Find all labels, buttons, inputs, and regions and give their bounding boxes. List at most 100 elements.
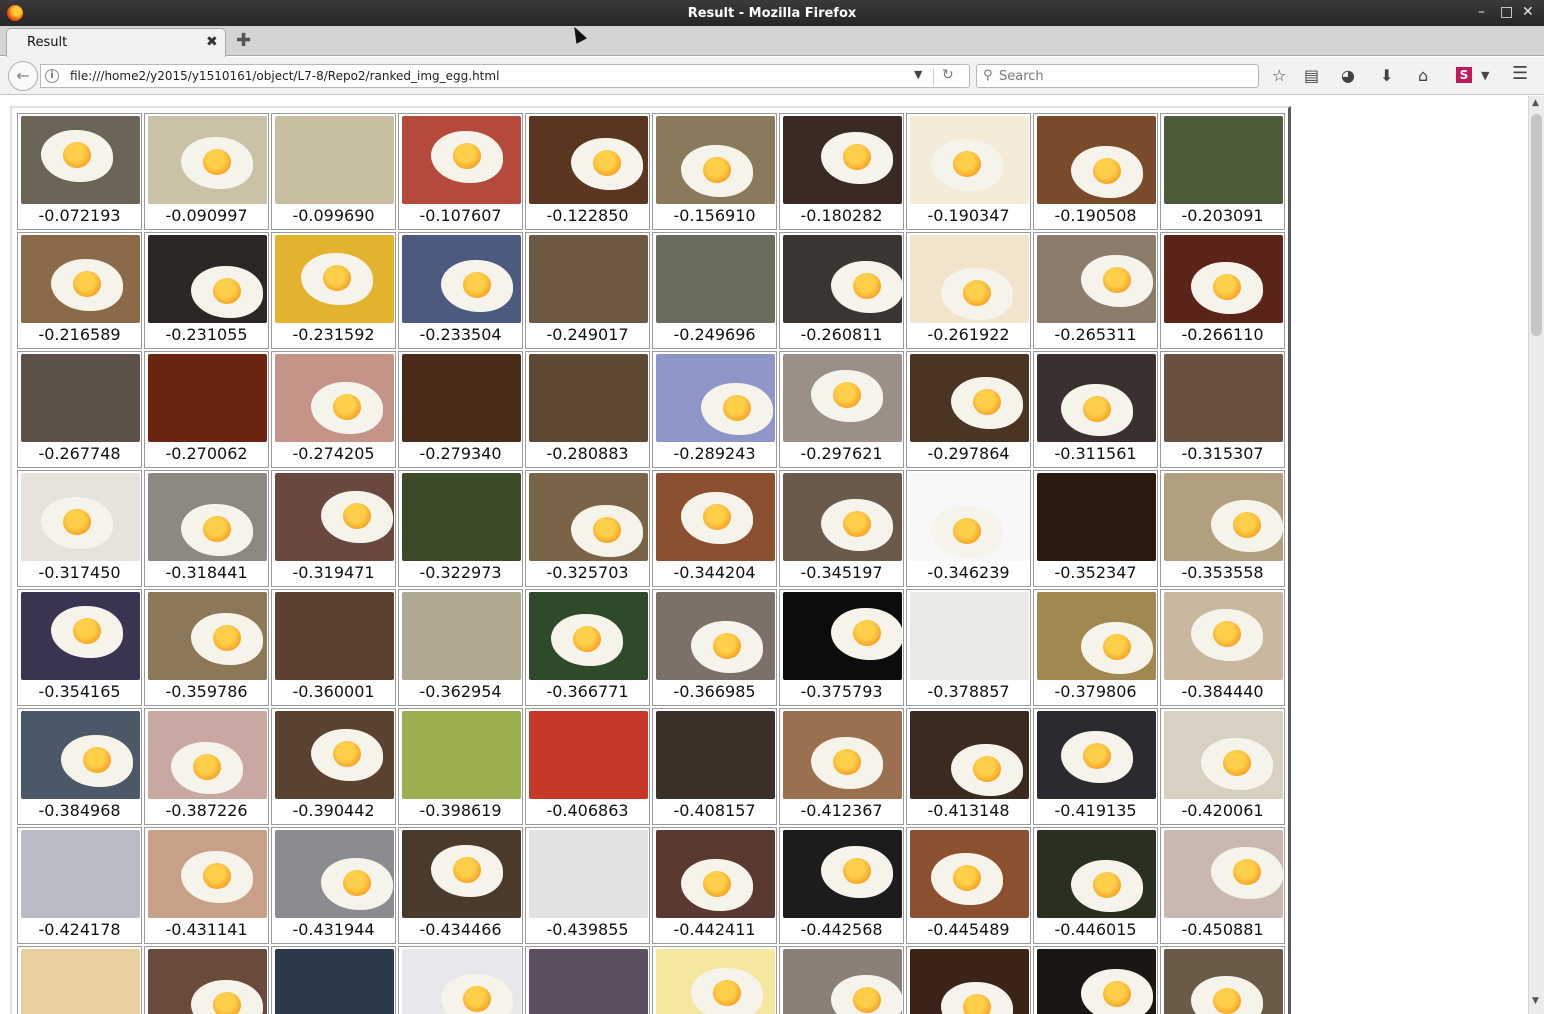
result-cell: -0.322973	[398, 470, 523, 587]
result-thumbnail	[656, 235, 775, 323]
result-score: -0.325703	[546, 563, 629, 582]
result-score: -0.353558	[1181, 563, 1264, 582]
url-text[interactable]: file:///home2/y2015/y1510161/object/L7-8…	[70, 69, 499, 83]
egg-yolk-shape	[713, 980, 741, 1006]
result-thumbnail	[148, 354, 267, 442]
result-cell: -0.325703	[525, 470, 650, 587]
egg-yolk-shape	[1233, 859, 1261, 885]
result-score: -0.384968	[38, 801, 121, 820]
result-score: -0.260811	[800, 325, 883, 344]
result-cell: -0.317450	[17, 470, 142, 587]
reload-icon[interactable]: ↻	[942, 67, 954, 83]
egg-yolk-shape	[843, 858, 871, 884]
result-cell: -0.398619	[398, 708, 523, 825]
result-cell: -0.265311	[1033, 232, 1158, 349]
result-cell: -0.319471	[271, 470, 396, 587]
result-score: -0.379806	[1054, 682, 1137, 701]
result-thumbnail	[529, 235, 648, 323]
egg-yolk-shape	[963, 994, 991, 1014]
result-thumbnail	[656, 711, 775, 799]
egg-yolk-shape	[1213, 274, 1241, 300]
minimize-icon[interactable]: –	[1478, 4, 1485, 20]
url-bar[interactable]: i file:///home2/y2015/y1510161/object/L7…	[40, 64, 970, 88]
extension-dropdown-icon[interactable]: ▼	[1481, 69, 1489, 82]
info-icon[interactable]: i	[45, 69, 59, 83]
maximize-icon[interactable]: □	[1500, 4, 1513, 20]
result-score: -0.231592	[292, 325, 375, 344]
egg-yolk-shape	[963, 280, 991, 306]
result-score: -0.384440	[1181, 682, 1264, 701]
egg-yolk-shape	[1103, 267, 1131, 293]
result-score: -0.413148	[927, 801, 1010, 820]
result-cell: -0.270062	[144, 351, 269, 468]
tab-result[interactable]: Result ✖	[6, 28, 226, 57]
bookmark-star-icon[interactable]: ☆	[1272, 66, 1286, 85]
search-bar[interactable]: ⚲	[976, 64, 1259, 88]
scroll-up-icon[interactable]: ▲	[1532, 98, 1539, 108]
home-icon[interactable]: ⌂	[1418, 66, 1428, 85]
result-cell: -0.352347	[1033, 470, 1158, 587]
scrollbar-thumb[interactable]	[1531, 114, 1542, 336]
result-cell: -0.190347	[906, 113, 1031, 230]
result-thumbnail	[402, 473, 521, 561]
result-thumbnail	[529, 592, 648, 680]
result-cell	[525, 946, 650, 1014]
close-window-icon[interactable]: ✕	[1522, 4, 1534, 20]
result-score: -0.398619	[419, 801, 502, 820]
egg-yolk-shape	[213, 992, 241, 1014]
search-input[interactable]	[999, 67, 1249, 85]
result-thumbnail	[910, 473, 1029, 561]
result-cell: -0.366771	[525, 589, 650, 706]
result-thumbnail	[1037, 473, 1156, 561]
result-cell	[652, 946, 777, 1014]
result-cell: -0.297621	[779, 351, 904, 468]
egg-yolk-shape	[1223, 750, 1251, 776]
egg-yolk-shape	[1233, 512, 1261, 538]
result-cell: -0.434466	[398, 827, 523, 944]
result-score: -0.190347	[927, 206, 1010, 225]
result-thumbnail	[529, 354, 648, 442]
result-thumbnail	[1037, 592, 1156, 680]
result-score: -0.233504	[419, 325, 502, 344]
egg-yolk-shape	[593, 150, 621, 176]
page-content: -0.072193 -0.090997 -0.099690 -0.107607 -0.1…	[0, 96, 1528, 1014]
result-thumbnail	[275, 592, 394, 680]
result-cell: -0.412367	[779, 708, 904, 825]
result-score: -0.419135	[1054, 801, 1137, 820]
result-thumbnail	[148, 473, 267, 561]
result-cell: -0.359786	[144, 589, 269, 706]
egg-yolk-shape	[63, 142, 91, 168]
result-thumbnail	[148, 711, 267, 799]
result-cell: -0.408157	[652, 708, 777, 825]
result-thumbnail	[275, 711, 394, 799]
result-score: -0.099690	[292, 206, 375, 225]
result-thumbnail	[21, 235, 140, 323]
back-icon[interactable]: ←	[8, 61, 38, 91]
egg-yolk-shape	[73, 271, 101, 297]
egg-yolk-shape	[843, 511, 871, 537]
new-tab-icon[interactable]: ✚	[236, 30, 251, 51]
scroll-down-icon[interactable]: ▼	[1532, 996, 1539, 1006]
result-cell: -0.439855	[525, 827, 650, 944]
result-thumbnail	[1037, 116, 1156, 204]
result-cell: -0.216589	[17, 232, 142, 349]
result-thumbnail	[148, 592, 267, 680]
vertical-scrollbar[interactable]: ▲ ▼	[1528, 96, 1544, 1014]
result-score: -0.267748	[38, 444, 121, 463]
result-cell: -0.190508	[1033, 113, 1158, 230]
extension-s-icon[interactable]: S	[1456, 67, 1472, 83]
pocket-icon[interactable]: ◕	[1341, 66, 1355, 85]
result-thumbnail	[783, 949, 902, 1014]
result-cell: -0.431944	[271, 827, 396, 944]
result-score: -0.439855	[546, 920, 629, 939]
result-score: -0.107607	[419, 206, 502, 225]
result-cell: -0.261922	[906, 232, 1031, 349]
reading-list-icon[interactable]: ▤	[1304, 66, 1319, 85]
tab-close-icon[interactable]: ✖	[206, 34, 218, 50]
menu-icon[interactable]: ☰	[1512, 63, 1528, 84]
download-icon[interactable]: ⬇	[1380, 66, 1393, 85]
result-score: -0.279340	[419, 444, 502, 463]
result-cell: -0.072193	[17, 113, 142, 230]
result-thumbnail	[1037, 354, 1156, 442]
url-dropdown-icon[interactable]: ▼	[914, 68, 922, 81]
